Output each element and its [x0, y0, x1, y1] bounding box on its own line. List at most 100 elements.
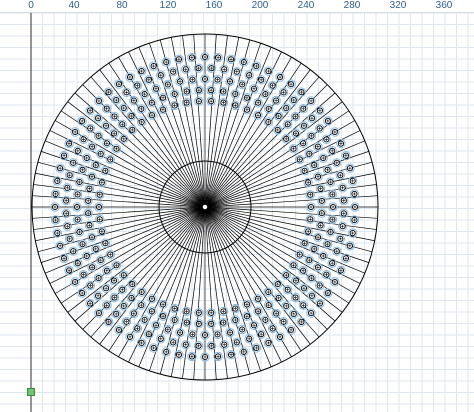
dot-marker: [263, 287, 273, 297]
dot-marker: [212, 74, 223, 85]
dot-marker: [119, 301, 129, 311]
dot-marker: [281, 270, 291, 280]
dot-marker: [330, 127, 340, 137]
dot-marker: [144, 329, 154, 339]
dot-marker: [349, 215, 360, 225]
dot-marker: [158, 311, 168, 321]
dot-marker: [273, 293, 284, 303]
dot-marker: [339, 208, 349, 219]
dot-marker: [335, 234, 346, 244]
dot-marker: [132, 323, 143, 334]
dot-marker: [94, 96, 104, 106]
dot-marker: [305, 189, 315, 200]
dot-marker: [281, 134, 291, 144]
dot-marker: [289, 95, 299, 105]
dot-marker: [182, 86, 192, 97]
ruler-label-360: 360: [435, 0, 453, 11]
dot-marker: [100, 166, 111, 176]
dot-marker: [230, 315, 240, 325]
dot-marker: [126, 111, 137, 121]
dot-marker: [127, 279, 137, 289]
dot-marker: [151, 320, 161, 330]
dot-marker: [299, 121, 309, 131]
dot-marker: [187, 52, 197, 63]
dot-marker: [102, 138, 112, 148]
dot-marker: [194, 308, 204, 318]
dot-marker: [309, 244, 319, 254]
dot-marker: [218, 86, 229, 97]
dot-marker: [181, 306, 192, 317]
dot-marker: [314, 123, 325, 134]
dot-marker: [194, 319, 204, 329]
horizontal-ruler[interactable]: 0 40 80 120 160 200 240 280 320 360: [0, 0, 474, 13]
dot-marker: [161, 57, 171, 67]
square-handle-icon[interactable]: [27, 388, 35, 396]
dot-marker: [121, 316, 132, 327]
dot-marker: [137, 117, 147, 127]
dot-marker: [95, 189, 105, 200]
dot-marker: [230, 89, 240, 99]
dot-marker: [332, 158, 342, 168]
dot-marker: [181, 97, 192, 108]
dot-marker: [77, 116, 87, 126]
dot-marker: [91, 244, 101, 254]
dot-marker: [290, 111, 301, 122]
dot-marker: [174, 350, 184, 360]
dot-marker: [73, 258, 83, 268]
dot-marker: [87, 262, 97, 273]
ruler-label-160: 160: [205, 0, 223, 11]
dot-marker: [288, 144, 299, 154]
dot-marker: [170, 89, 180, 99]
dot-marker: [200, 52, 210, 62]
dot-marker: [77, 239, 88, 249]
dot-marker: [325, 177, 336, 187]
dot-marker: [121, 87, 132, 98]
dot-marker: [187, 329, 198, 340]
dot-marker: [109, 292, 120, 303]
dot-marker: [136, 338, 147, 348]
dot-marker: [103, 87, 114, 97]
dot-marker: [125, 332, 135, 342]
dot-marker: [306, 96, 316, 106]
center-point-icon[interactable]: [201, 203, 209, 211]
dot-marker: [103, 317, 114, 327]
dot-marker: [267, 323, 278, 334]
dot-marker: [275, 332, 285, 342]
dot-marker: [73, 146, 83, 156]
dot-marker: [253, 98, 263, 108]
dot-marker: [59, 151, 69, 161]
radial-pattern-drawing[interactable]: [0, 13, 474, 412]
dot-marker: [193, 63, 204, 73]
dot-marker: [315, 220, 326, 231]
dot-marker: [345, 163, 355, 173]
dot-marker: [85, 280, 96, 291]
dot-marker: [295, 154, 305, 165]
dot-marker: [83, 196, 93, 206]
dot-marker: [327, 189, 338, 200]
dot-marker: [275, 72, 285, 82]
dot-marker: [348, 228, 358, 238]
dot-marker: [325, 227, 336, 237]
dot-marker: [84, 184, 95, 194]
dot-marker: [306, 273, 317, 283]
dot-marker: [64, 170, 75, 180]
dot-marker: [77, 288, 87, 298]
drawing-canvas[interactable]: [0, 13, 474, 412]
dot-marker: [286, 79, 296, 89]
dot-marker: [263, 338, 274, 348]
dot-marker: [288, 260, 299, 270]
dot-marker: [61, 208, 71, 219]
dot-marker: [93, 131, 104, 141]
dot-marker: [321, 134, 332, 145]
dot-marker: [100, 238, 111, 248]
dot-marker: [253, 294, 263, 304]
dot-marker: [161, 347, 171, 357]
dot-marker: [332, 246, 342, 256]
dot-marker: [218, 97, 229, 108]
dot-marker: [62, 183, 73, 193]
dot-marker: [335, 170, 346, 180]
dot-marker: [327, 214, 338, 225]
dot-marker: [94, 202, 104, 212]
dot-marker: [62, 221, 73, 231]
dot-marker: [82, 153, 92, 163]
